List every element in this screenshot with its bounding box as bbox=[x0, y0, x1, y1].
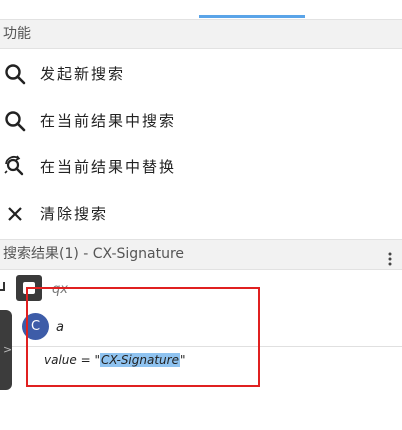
replace-in-results-button[interactable]: 在当前结果中替换 bbox=[0, 143, 402, 190]
results-header: 搜索结果(1) - CX-Signature bbox=[0, 239, 402, 270]
annotation-box bbox=[26, 287, 260, 387]
search-icon bbox=[1, 107, 29, 135]
new-search-button[interactable]: 发起新搜索 bbox=[0, 50, 402, 97]
tab-indicator bbox=[199, 15, 305, 18]
clear-search-button[interactable]: 清除搜索 bbox=[0, 190, 402, 237]
chevron-right-icon: > bbox=[3, 343, 13, 356]
search-icon bbox=[1, 60, 29, 88]
results-title: 搜索结果(1) - CX-Signature bbox=[3, 246, 185, 262]
new-search-label: 发起新搜索 bbox=[40, 65, 126, 83]
clear-search-label: 清除搜索 bbox=[40, 205, 109, 223]
close-icon bbox=[1, 200, 29, 228]
drag-handle[interactable]: > bbox=[0, 310, 12, 390]
functions-header: 功能 bbox=[0, 19, 402, 49]
functions-title: 功能 bbox=[3, 26, 31, 42]
tree-connector bbox=[0, 282, 5, 291]
more-options-icon[interactable] bbox=[387, 248, 393, 266]
search-in-results-button[interactable]: 在当前结果中搜索 bbox=[0, 97, 402, 144]
replace-in-results-label: 在当前结果中替换 bbox=[40, 158, 177, 176]
replace-icon bbox=[1, 153, 29, 181]
results-tree: qx > C a value = "CX-Signature" bbox=[0, 270, 402, 430]
search-in-results-label: 在当前结果中搜索 bbox=[40, 112, 177, 130]
